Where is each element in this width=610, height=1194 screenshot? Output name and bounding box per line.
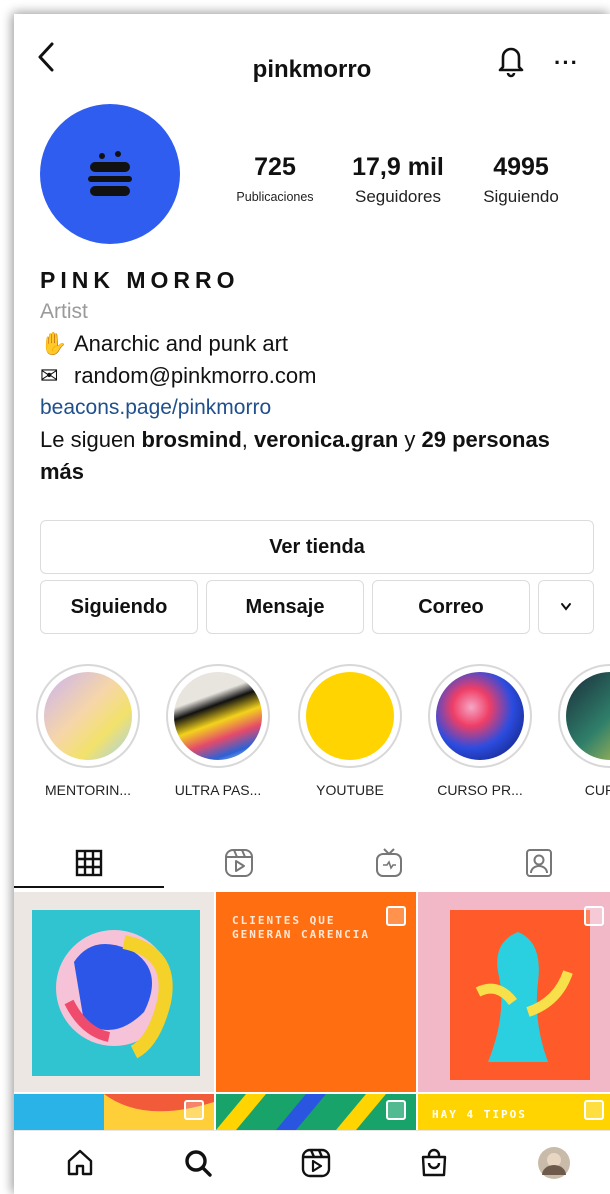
highlight-ring <box>36 664 140 768</box>
post-5[interactable] <box>216 1094 416 1130</box>
envelope-emoji-icon: ✉ <box>40 363 59 388</box>
highlight-ring <box>166 664 270 768</box>
highlight-ring <box>428 664 532 768</box>
highlight-cover <box>566 672 610 760</box>
stat-followers[interactable]: 17,9 mil Seguidores <box>334 152 462 222</box>
post-artwork <box>32 910 200 1076</box>
post-6[interactable]: HAY 4 TIPOS <box>418 1094 610 1130</box>
highlight-ultra-pas[interactable]: ULTRA PAS... <box>166 664 270 798</box>
carousel-icon <box>184 1100 204 1120</box>
stat-posts[interactable]: 725 Publicaciones <box>216 152 334 222</box>
post-caption: HAY 4 TIPOS <box>432 1108 527 1121</box>
more-options-icon[interactable]: ··· <box>554 50 579 76</box>
home-icon <box>67 1149 93 1176</box>
highlight-cover <box>44 672 132 760</box>
nav-profile[interactable] <box>534 1143 574 1183</box>
active-tab-indicator <box>14 886 164 888</box>
bio-link[interactable]: beacons.page/pinkmorro <box>40 392 600 424</box>
reels-icon <box>225 849 253 877</box>
carousel-icon <box>584 1100 604 1120</box>
highlight-label: CURSO PR... <box>437 782 523 798</box>
nav-shop[interactable] <box>414 1143 454 1183</box>
highlight-mentoring[interactable]: MENTORIN... <box>36 664 140 798</box>
stat-value: 4995 <box>493 153 549 181</box>
highlight-label: CURSO <box>584 782 610 798</box>
tab-tagged[interactable] <box>464 834 610 892</box>
post-caption: CLIENTES QUE GENERAN CARENCIA <box>232 914 370 941</box>
followed-mid: y <box>398 427 422 452</box>
highlight-youtube[interactable]: YOUTUBE <box>298 664 402 798</box>
posts-grid: CLIENTES QUE GENERAN CARENCIA HAY 4 TIPO… <box>14 892 610 1130</box>
bio-email[interactable]: random@pinkmorro.com <box>74 360 316 392</box>
profile-avatar <box>538 1147 570 1179</box>
carousel-icon <box>386 906 406 926</box>
highlight-curso[interactable]: CURSO <box>558 664 610 798</box>
highlight-label: ULTRA PAS... <box>174 782 262 798</box>
highlight-ring <box>558 664 610 768</box>
profile-avatar[interactable] <box>40 104 180 244</box>
nav-search[interactable] <box>178 1143 218 1183</box>
post-1[interactable] <box>14 892 214 1092</box>
followed-user[interactable]: veronica.gran <box>254 427 398 452</box>
carousel-icon <box>386 1100 406 1120</box>
search-icon <box>185 1150 212 1177</box>
stat-value: 17,9 mil <box>352 153 444 181</box>
bottom-navigation <box>14 1130 610 1194</box>
tab-igtv[interactable] <box>314 834 464 892</box>
highlight-curso-pr[interactable]: CURSO PR... <box>428 664 532 798</box>
top-bar: pinkmorro ··· <box>14 14 610 106</box>
followed-sep: , <box>241 427 254 452</box>
highlight-label: MENTORIN... <box>44 782 132 798</box>
stat-value: 725 <box>254 153 296 181</box>
highlight-cover <box>306 672 394 760</box>
highlight-label: YOUTUBE <box>316 782 384 798</box>
carousel-icon <box>584 906 604 926</box>
view-shop-button[interactable]: Ver tienda <box>40 520 594 574</box>
bio-line-art: ✋ Anarchic and punk art <box>40 328 600 360</box>
nav-home[interactable] <box>60 1143 100 1183</box>
highlight-cover <box>436 672 524 760</box>
notification-bell-icon[interactable] <box>494 42 528 78</box>
highlight-ring <box>298 664 402 768</box>
bio-text: Anarchic and punk art <box>74 331 289 356</box>
stat-label: Seguidores <box>354 187 441 206</box>
tab-posts[interactable] <box>14 834 164 892</box>
highlight-cover <box>174 672 262 760</box>
post-4[interactable] <box>14 1094 214 1130</box>
following-button[interactable]: Siguiendo <box>40 580 198 634</box>
stat-label: Siguiendo <box>483 187 559 206</box>
profile-stats: 725 Publicaciones 17,9 mil Seguidores 49… <box>216 152 606 222</box>
display-name: PINK MORRO <box>40 267 240 293</box>
followed-user[interactable]: brosmind <box>142 427 242 452</box>
email-button[interactable]: Correo <box>372 580 530 634</box>
reels-icon <box>301 1148 331 1178</box>
shop-icon <box>421 1148 447 1177</box>
stat-label: Publicaciones <box>236 190 314 204</box>
igtv-icon <box>376 848 402 877</box>
tab-reels[interactable] <box>164 834 314 892</box>
chevron-down-icon <box>561 603 571 611</box>
hand-emoji-icon: ✋ <box>40 331 68 356</box>
bio-line-email: ✉ random@pinkmorro.com <box>40 360 600 392</box>
grid-icon <box>75 849 103 877</box>
tagged-icon <box>526 849 552 877</box>
profile-tabs <box>14 834 610 892</box>
post-artwork <box>450 910 590 1080</box>
followed-by[interactable]: Le siguen brosmind, veronica.gran y 29 p… <box>40 424 600 488</box>
followed-prefix: Le siguen <box>40 427 142 452</box>
suggested-accounts-button[interactable] <box>538 580 594 634</box>
profile-screen: pinkmorro ··· 725 Publicaciones 17,9 mil… <box>14 14 610 1194</box>
message-button[interactable]: Mensaje <box>206 580 364 634</box>
nav-reels[interactable] <box>296 1143 336 1183</box>
post-2[interactable]: CLIENTES QUE GENERAN CARENCIA <box>216 892 416 1092</box>
profile-category: Artist <box>40 300 88 323</box>
stat-following[interactable]: 4995 Siguiendo <box>462 152 580 222</box>
avatar-logo <box>88 151 132 196</box>
post-3[interactable] <box>418 892 610 1092</box>
profile-bio: PINK MORRO Artist ✋ Anarchic and punk ar… <box>40 264 600 488</box>
